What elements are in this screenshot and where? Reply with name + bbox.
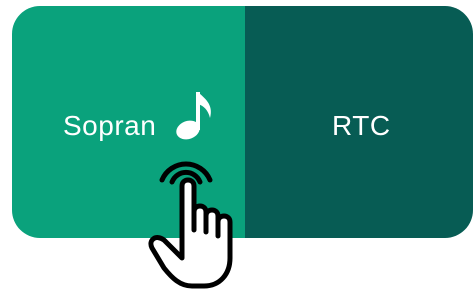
music-note-icon <box>176 92 211 140</box>
toggle-option-rtc-label: RTC <box>332 110 391 141</box>
toggle-option-rtc[interactable]: RTC <box>245 6 473 238</box>
hand-pointer-icon <box>148 161 233 289</box>
toggle-option-sopran-label: Sopran <box>63 110 157 141</box>
